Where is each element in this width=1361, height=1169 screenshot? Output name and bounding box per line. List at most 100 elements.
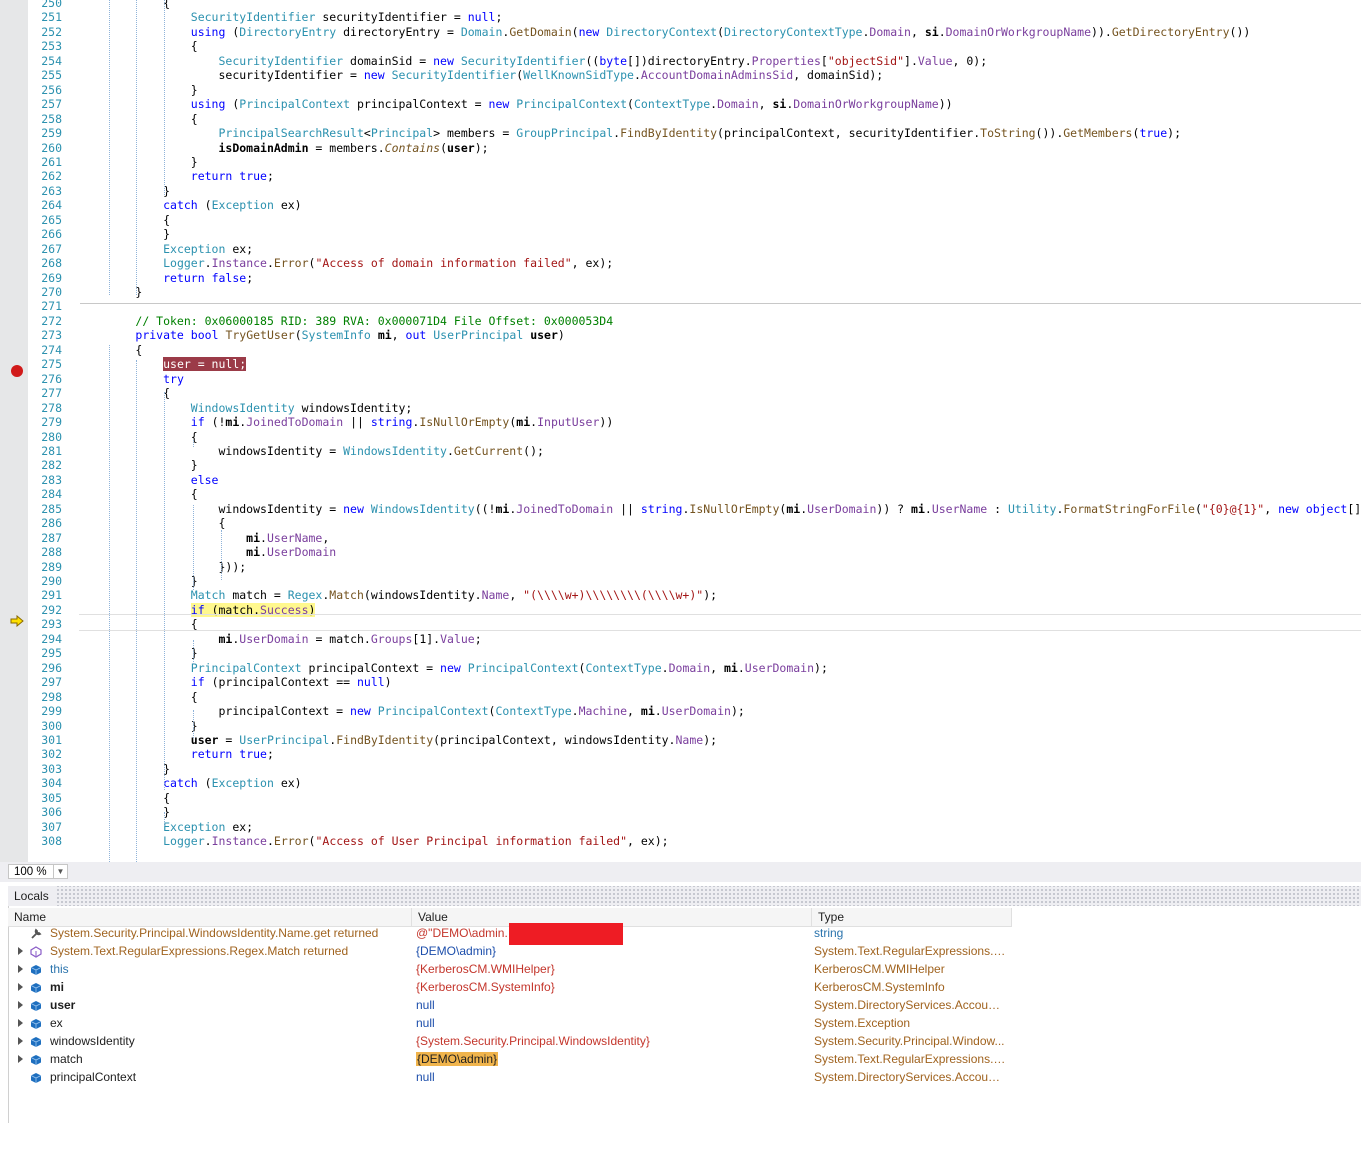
code-line[interactable]: using (PrincipalContext principalContext… (80, 97, 953, 111)
code-line[interactable]: Logger.Instance.Error("Access of domain … (80, 256, 613, 270)
indent-guide (136, 360, 137, 862)
code-line[interactable]: } (80, 227, 170, 241)
line-number: 272 (41, 314, 62, 328)
local-type: string (814, 926, 844, 940)
code-line[interactable]: Exception ex; (80, 242, 253, 256)
code-line[interactable]: mi.UserDomain = match.Groups[1].Value; (80, 632, 481, 646)
code-line[interactable]: { (80, 516, 225, 530)
code-line[interactable]: try (80, 372, 184, 386)
chevron-down-icon[interactable]: ▼ (53, 865, 67, 878)
local-type: System.Text.RegularExpressions.M... (814, 1052, 1006, 1066)
breakpoint-icon[interactable] (11, 365, 23, 377)
locals-row[interactable]: windowsIdentity {System.Security.Principa… (8, 1032, 1012, 1050)
code-line[interactable]: WindowsIdentity windowsIdentity; (80, 401, 413, 415)
code-line[interactable]: user = null; (80, 357, 247, 371)
code-line[interactable]: private bool TryGetUser(SystemInfo mi, o… (80, 328, 564, 342)
code-line[interactable]: { (80, 0, 170, 10)
code-line[interactable]: Match match = Regex.Match(windowsIdentit… (80, 588, 717, 602)
code-line[interactable]: windowsIdentity = WindowsIdentity.GetCur… (80, 444, 543, 458)
code-line[interactable]: } (80, 719, 198, 733)
local-value[interactable]: null (416, 1014, 814, 1032)
code-line[interactable]: } (80, 458, 198, 472)
line-number: 281 (41, 444, 62, 458)
line-number: 250 (41, 0, 62, 10)
code-line[interactable]: { (80, 343, 142, 357)
code-line[interactable]: } (80, 155, 198, 169)
code-line[interactable]: catch (Exception ex) (80, 198, 302, 212)
line-number: 307 (41, 820, 62, 834)
code-line[interactable]: } (80, 184, 170, 198)
line-number: 298 (41, 690, 62, 704)
line-number: 270 (41, 285, 62, 299)
line-number: 260 (41, 141, 62, 155)
expand-arrow-icon[interactable] (18, 1055, 23, 1063)
code-line[interactable]: { (80, 430, 198, 444)
code-line[interactable]: securityIdentifier = new SecurityIdentif… (80, 68, 883, 82)
expand-arrow-icon[interactable] (18, 965, 23, 973)
code-line[interactable]: using (DirectoryEntry directoryEntry = D… (80, 25, 1251, 39)
code-line[interactable]: } (80, 805, 170, 819)
variable-icon (30, 1071, 42, 1083)
code-line[interactable]: catch (Exception ex) (80, 776, 302, 790)
code-line[interactable]: { (80, 112, 198, 126)
code-line[interactable]: // Token: 0x06000185 RID: 389 RVA: 0x000… (80, 314, 613, 328)
expand-arrow-icon[interactable] (18, 1019, 23, 1027)
code-line[interactable]: if (!mi.JoinedToDomain || string.IsNullO… (80, 415, 613, 429)
code-line[interactable]: } (80, 646, 198, 660)
code-line[interactable]: } (80, 83, 198, 97)
local-value[interactable]: {KerberosCM.SystemInfo} (416, 978, 814, 996)
expand-arrow-icon[interactable] (18, 983, 23, 991)
locals-row[interactable]: this {KerberosCM.WMIHelper} KerberosCM.WMI… (8, 960, 1012, 978)
local-value[interactable]: null (416, 996, 814, 1014)
code-line[interactable]: if (principalContext == null) (80, 675, 392, 689)
indent-guide (193, 440, 194, 447)
locals-row[interactable]: principalContext null System.DirectoryServ… (8, 1068, 1012, 1086)
code-line[interactable]: { (80, 487, 198, 501)
locals-row[interactable]: match {DEMO\admin} System.Text.RegularExpr… (8, 1050, 1012, 1068)
code-line[interactable]: SecurityIdentifier domainSid = new Secur… (80, 54, 987, 68)
expand-arrow-icon[interactable] (18, 947, 23, 955)
current-statement-arrow-icon (10, 615, 24, 627)
line-number: 286 (41, 516, 62, 530)
code-line[interactable]: { (80, 39, 198, 53)
local-value[interactable]: null (416, 1068, 814, 1086)
local-value[interactable]: {DEMO\admin} (416, 1050, 814, 1068)
code-line[interactable]: } (80, 574, 198, 588)
locals-title-bar[interactable]: Locals (8, 886, 1361, 906)
code-line[interactable]: else (80, 473, 219, 487)
variable-icon (30, 981, 42, 993)
variable-icon (30, 1017, 42, 1029)
local-value[interactable]: {KerberosCM.WMIHelper} (416, 960, 814, 978)
locals-row[interactable]: ex null System.Exception (8, 1014, 1012, 1032)
code-line[interactable]: PrincipalSearchResult<Principal> members… (80, 126, 1181, 140)
line-number: 299 (41, 704, 62, 718)
locals-row[interactable]: user null System.DirectoryServices.Account… (8, 996, 1012, 1014)
code-line[interactable]: windowsIdentity = new WindowsIdentity((!… (80, 502, 1361, 516)
code-line[interactable]: { (80, 386, 170, 400)
code-line[interactable]: mi.UserDomain (80, 545, 336, 559)
code-line[interactable]: Exception ex; (80, 820, 253, 834)
local-type: System.DirectoryServices.Account... (814, 998, 1006, 1012)
code-line[interactable]: } (80, 762, 170, 776)
code-line[interactable]: principalContext = new PrincipalContext(… (80, 704, 744, 718)
line-number: 289 (41, 560, 62, 574)
code-line[interactable]: isDomainAdmin = members.Contains(user); (80, 141, 488, 155)
code-line[interactable]: { (80, 791, 170, 805)
code-line[interactable]: user = UserPrincipal.FindByIdentity(prin… (80, 733, 717, 747)
code-line[interactable]: mi.UserName, (80, 531, 329, 545)
code-line[interactable]: } (80, 285, 142, 299)
zoom-level-dropdown[interactable]: 100 % ▼ (8, 864, 68, 879)
line-number: 273 (41, 328, 62, 342)
code-line[interactable]: Logger.Instance.Error("Access of User Pr… (80, 834, 668, 848)
local-value[interactable]: {System.Security.Principal.WindowsIdenti… (416, 1032, 814, 1050)
local-name: System.Security.Principal.WindowsIdentit… (50, 926, 379, 940)
code-line[interactable]: SecurityIdentifier securityIdentifier = … (80, 10, 503, 24)
zoom-level-value: 100 % (14, 866, 47, 878)
code-line[interactable]: return false; (80, 271, 253, 285)
expand-arrow-icon[interactable] (18, 1037, 23, 1045)
code-editor[interactable]: 250 251 252 253 254 255 256 257 258 259 260 261 262 2… (0, 0, 1361, 862)
code-line[interactable]: { (80, 690, 198, 704)
locals-row[interactable]: mi {KerberosCM.SystemInfo} KerberosCM.Syst… (8, 978, 1012, 996)
expand-arrow-icon[interactable] (18, 1001, 23, 1009)
code-line[interactable]: { (80, 213, 170, 227)
